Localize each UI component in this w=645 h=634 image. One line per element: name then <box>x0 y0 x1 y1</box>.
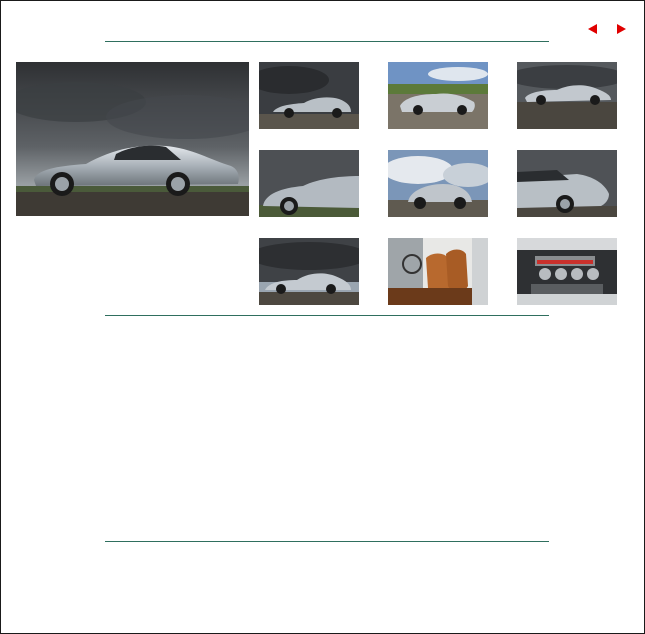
thumbnail-6[interactable] <box>517 150 617 217</box>
main-photo[interactable] <box>16 62 249 216</box>
thumbnail-2[interactable] <box>388 62 488 129</box>
thumbnail-7[interactable] <box>259 238 359 305</box>
thumbnail-4[interactable] <box>259 150 359 217</box>
prev-arrow-icon[interactable] <box>586 23 598 35</box>
divider-top <box>105 41 549 42</box>
divider-middle <box>105 315 549 316</box>
thumbnail-9[interactable] <box>517 238 617 305</box>
thumbnail-3[interactable] <box>517 62 617 129</box>
next-arrow-icon[interactable] <box>616 23 628 35</box>
divider-bottom <box>105 541 549 542</box>
page-frame <box>0 0 645 634</box>
thumbnail-5[interactable] <box>388 150 488 217</box>
thumbnail-8[interactable] <box>388 238 488 305</box>
thumbnail-1[interactable] <box>259 62 359 129</box>
